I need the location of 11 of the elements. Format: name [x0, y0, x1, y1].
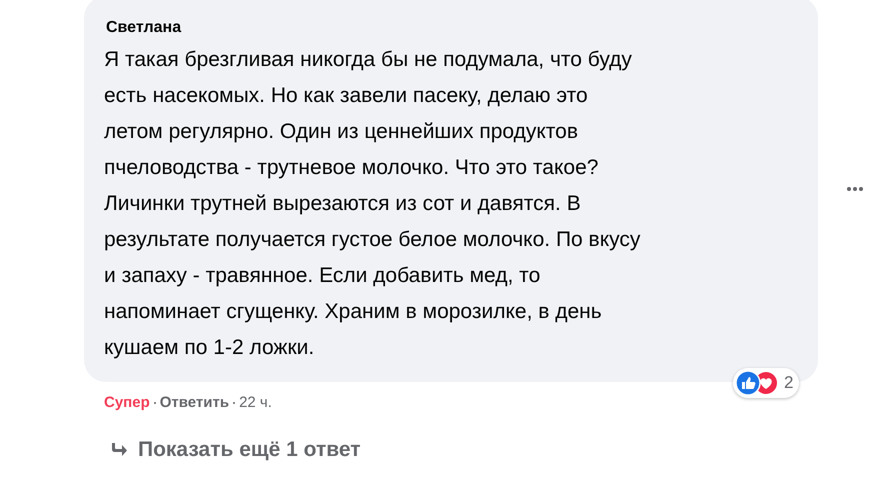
like-and-heart-icon: [736, 371, 780, 395]
comment-text: Я такая брезгливая никогда бы не подумала, что буду есть насекомых. Но как завели пасеку, делаю это летом регулярно. Один из ценнейших продуктов пчеловодства - трутневое молочко. Что это такое? Личинки трутней вырезаются из сот и давятся. В результате получается густое белое молочко. По вкусу и запаху - травянное. Если добавить мед, то напоминает сгущенку. Храним в морозилке, в день кушаем по 1-2 ложки.: [104, 47, 640, 361]
reactions-summary[interactable]: 2: [733, 368, 800, 398]
reaction-count: 2: [784, 372, 794, 394]
more-options-icon[interactable]: [846, 186, 864, 192]
show-more-replies-link[interactable]: Показать ещё 1 ответ: [138, 434, 361, 466]
author-name[interactable]: Светлана: [106, 16, 182, 40]
reply-arrow-icon: [110, 442, 128, 458]
comment-time[interactable]: 22 ч.: [239, 392, 272, 414]
reaction-link[interactable]: Супер: [104, 392, 150, 414]
reply-link[interactable]: Ответить: [160, 392, 230, 414]
